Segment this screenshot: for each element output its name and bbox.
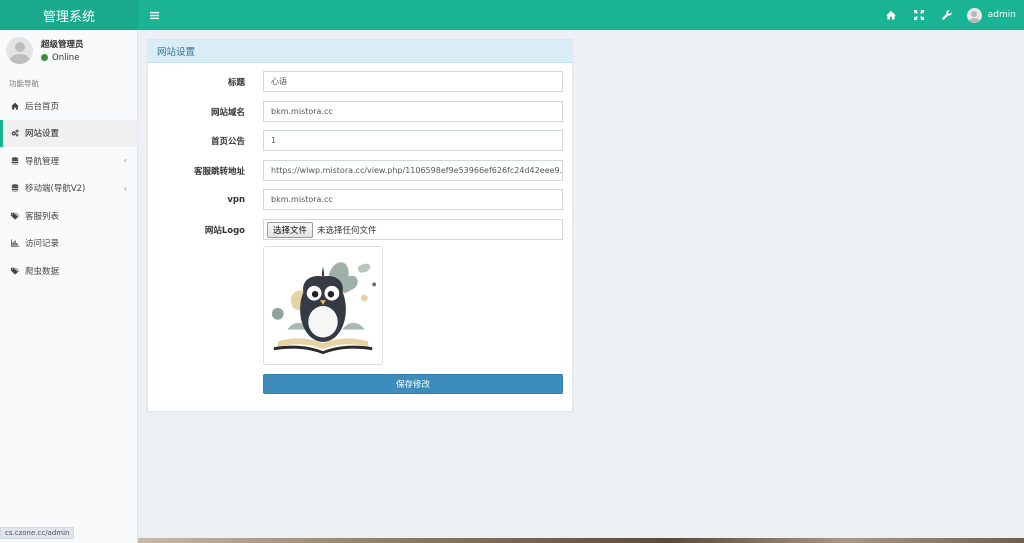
- sidebar-item-label: 移动端(导航V2): [25, 184, 86, 195]
- form-row-announcement: 首页公告 1: [148, 130, 574, 151]
- sidebar-item-label: 导航管理: [25, 156, 60, 167]
- home-icon[interactable]: [877, 0, 905, 30]
- user-status-text: Online: [52, 52, 80, 63]
- field-label: 网站域名: [210, 107, 245, 118]
- cogs-icon: [10, 128, 20, 138]
- chevron-left-icon: ‹: [123, 156, 127, 166]
- sidebar-item-site-settings[interactable]: 网站设置: [0, 119, 137, 147]
- nav-header: 功能导航: [9, 79, 39, 88]
- hamburger-menu-icon[interactable]: [147, 8, 161, 22]
- online-dot-icon: [41, 54, 48, 61]
- logo-preview: [263, 246, 383, 365]
- form-row-vpn: vpn bkm.mistora.cc: [148, 189, 574, 210]
- sidebar-item-access-log[interactable]: 访问记录: [0, 230, 137, 258]
- save-button[interactable]: 保存修改: [263, 374, 563, 394]
- sidebar-item-label: 网站设置: [25, 129, 60, 140]
- domain-input[interactable]: bkm.mistora.cc: [263, 101, 563, 122]
- field-label: 网站Logo: [204, 225, 245, 236]
- wrench-icon[interactable]: [933, 0, 961, 30]
- user-menu-label: admin: [987, 10, 1016, 20]
- form-row-domain: 网站域名 bkm.mistora.cc: [148, 101, 574, 122]
- header-toolbar: admin: [877, 0, 1024, 30]
- user-name: 超级管理员: [41, 39, 84, 50]
- service-url-input[interactable]: https://wlwp.mistora.cc/view.php/1106598…: [263, 160, 563, 181]
- sidebar-item-label: 客服列表: [25, 211, 60, 222]
- bottom-image-strip: [138, 538, 1024, 543]
- user-menu[interactable]: admin: [966, 7, 1016, 23]
- home-icon: [10, 101, 20, 111]
- logo-file-input[interactable]: 选择文件 未选择任何文件: [263, 219, 563, 240]
- sidebar-item-label: 爬虫数据: [25, 266, 60, 277]
- bar-chart-icon: [10, 238, 20, 248]
- database-icon: [10, 183, 20, 193]
- sidebar-item-label: 访问记录: [25, 239, 60, 250]
- no-file-text: 未选择任何文件: [317, 225, 377, 236]
- choose-file-button[interactable]: 选择文件: [267, 221, 314, 238]
- field-label: 客服跳转地址: [193, 166, 245, 177]
- field-label: vpn: [227, 194, 245, 205]
- database-icon: [10, 156, 20, 166]
- sidebar-item-nav-management[interactable]: 导航管理 ‹: [0, 147, 137, 175]
- top-header: 管理系统 admin: [0, 0, 1024, 30]
- avatar: [6, 36, 33, 64]
- announcement-input[interactable]: 1: [263, 130, 563, 151]
- box-title: 网站设置: [148, 40, 572, 63]
- status-bar-url: cs.czone.cc/admin: [0, 527, 75, 539]
- sidebar-item-customer-service[interactable]: 客服列表: [0, 202, 137, 230]
- site-settings-box: 网站设置 标题 心语 网站域名 bkm.mistora.cc 首页公告 1 客服…: [147, 39, 573, 412]
- form-row-service-url: 客服跳转地址 https://wlwp.mistora.cc/view.php/…: [148, 160, 574, 181]
- form-row-logo: 网站Logo 选择文件 未选择任何文件: [148, 219, 574, 240]
- user-panel: 超级管理员 Online: [0, 30, 137, 70]
- field-label: 标题: [227, 77, 245, 88]
- sidebar-item-label: 后台首页: [25, 101, 60, 112]
- sidebar-item-crawler-data[interactable]: 爬虫数据: [0, 257, 137, 285]
- sidebar-item-dashboard[interactable]: 后台首页: [0, 92, 137, 120]
- sidebar: 超级管理员 Online 功能导航 后台首页 网站设置 导航管理 ‹ 移动端(导…: [0, 30, 138, 543]
- app-title[interactable]: 管理系统: [0, 0, 138, 30]
- expand-icon[interactable]: [905, 0, 933, 30]
- vpn-input[interactable]: bkm.mistora.cc: [263, 189, 563, 210]
- user-info: 超级管理员 Online: [41, 38, 84, 63]
- owl-logo-image: [271, 262, 377, 355]
- chevron-left-icon: ‹: [123, 183, 127, 193]
- sidebar-item-mobile-nav[interactable]: 移动端(导航V2) ‹: [0, 175, 137, 203]
- tags-icon: [10, 266, 20, 276]
- tags-icon: [10, 211, 20, 221]
- user-avatar: [966, 7, 982, 23]
- field-label: 首页公告: [210, 136, 245, 147]
- user-status: Online: [41, 53, 84, 63]
- title-input[interactable]: 心语: [263, 71, 563, 92]
- form-row-title: 标题 心语: [148, 71, 574, 92]
